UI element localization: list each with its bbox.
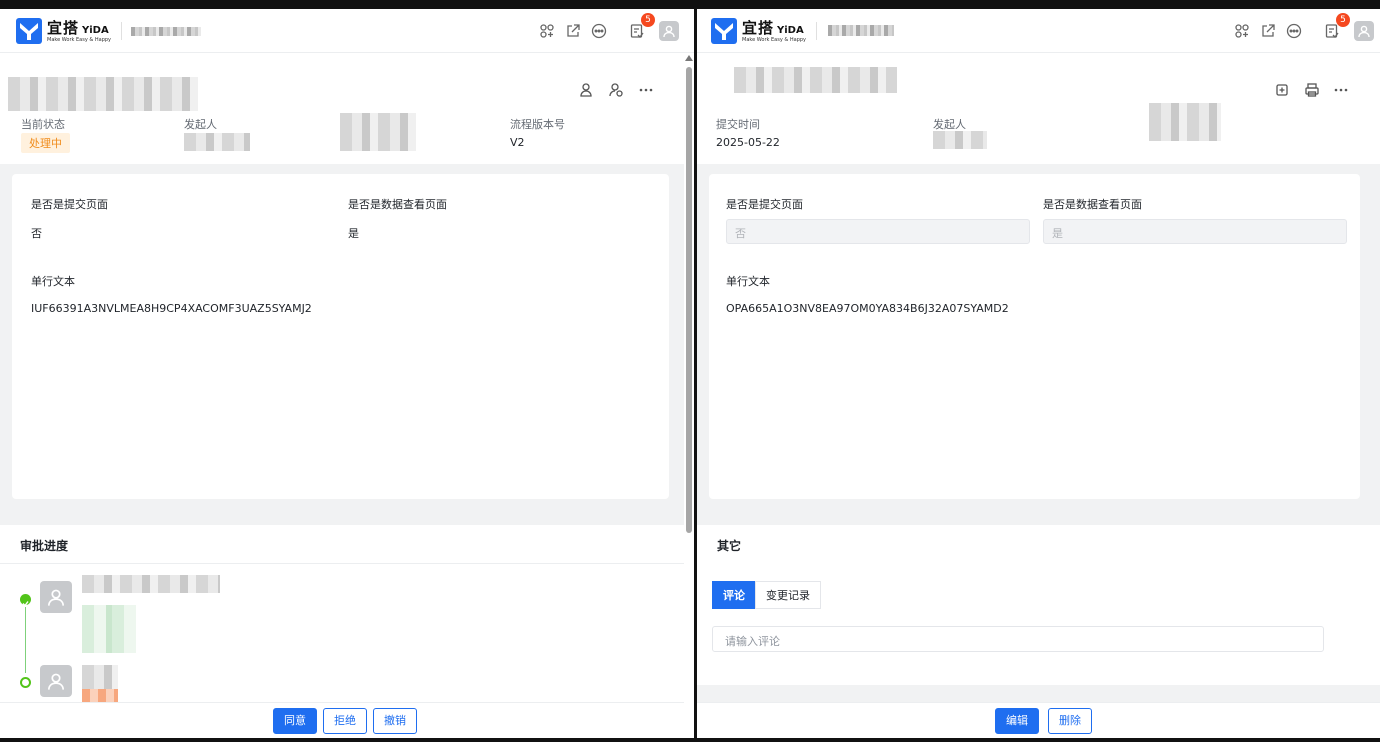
scroll-up-icon[interactable] — [685, 55, 693, 61]
brand-name[interactable]: 宜搭 YiDA — [47, 17, 109, 38]
more-actions-icon[interactable] — [1332, 81, 1350, 99]
left-pane: 宜搭 YiDA Make Work Easy & Happy 5 当前状态 处理… — [0, 9, 694, 738]
brand-en: YiDA — [82, 25, 109, 36]
single-text-value: OPA665A1O3NV8EA97OM0YA834B6J32A07SYAMD2 — [726, 302, 1009, 315]
record-title-redacted — [734, 67, 897, 93]
process-info-bar: 当前状态 处理中 发起人 流程版本号 V2 — [0, 53, 694, 164]
apps-icon[interactable] — [1233, 22, 1251, 40]
approver-avatar — [40, 665, 72, 697]
scrollbar[interactable] — [684, 53, 694, 738]
redacted-field — [1149, 103, 1221, 141]
single-text-value: IUF66391A3NVLMEA8H9CP4XACOMF3UAZ5SYAMJ2 — [31, 302, 312, 315]
screen: 宜搭 YiDA Make Work Easy & Happy 5 当前状态 处理… — [0, 0, 1380, 742]
left-action-footer: 同意 拒绝 撤销 — [0, 702, 694, 738]
brand-cn: 宜搭 — [742, 19, 775, 37]
data-view-page-label: 是否是数据查看页面 — [1043, 198, 1142, 211]
submit-time-value: 2025-05-22 — [716, 136, 780, 149]
right-pane: 宜搭 YiDA Make Work Easy & Happy 5 提交时间 20… — [697, 9, 1380, 738]
transfer-user-icon[interactable] — [578, 81, 596, 99]
timeline-connector — [25, 607, 26, 673]
brand-cn: 宜搭 — [47, 19, 80, 37]
notification-badge: 5 — [641, 13, 655, 27]
copy-add-icon[interactable] — [1273, 81, 1291, 99]
user-avatar[interactable] — [1354, 21, 1374, 41]
approver-avatar — [40, 581, 72, 613]
app-name-redacted — [828, 25, 894, 36]
open-external-icon[interactable] — [1259, 22, 1277, 40]
form-card: 是否是提交页面 否 是否是数据查看页面 是 单行文本 IUF66391A3NVL… — [12, 174, 669, 499]
record-title-redacted — [8, 77, 198, 111]
yida-logo-icon — [711, 18, 737, 44]
initiator-value-redacted — [184, 133, 250, 151]
single-text-label: 单行文本 — [31, 275, 75, 288]
submit-page-value: 否 — [31, 227, 42, 240]
more-circle-icon[interactable] — [590, 22, 608, 40]
data-view-page-value: 是 — [348, 227, 359, 240]
approval-progress-title: 审批进度 — [20, 539, 69, 553]
step-done-icon — [20, 594, 31, 607]
top-navbar: 宜搭 YiDA Make Work Easy & Happy 5 — [0, 9, 694, 53]
delete-button[interactable]: 删除 — [1048, 708, 1092, 734]
submit-time-label: 提交时间 — [716, 118, 760, 131]
initiator-value-redacted — [933, 131, 987, 149]
status-label: 当前状态 — [21, 118, 65, 131]
app-name-redacted — [131, 27, 201, 36]
redacted-field — [340, 113, 416, 151]
single-text-label: 单行文本 — [726, 275, 770, 288]
scrollbar-thumb[interactable] — [686, 67, 692, 533]
tab-comment[interactable]: 评论 — [712, 581, 756, 609]
yida-logo-icon — [16, 18, 42, 44]
step1-status-redacted — [82, 605, 136, 653]
step1-info-redacted — [82, 575, 220, 593]
brand-en: YiDA — [777, 25, 804, 36]
header-divider — [816, 22, 817, 40]
data-view-page-field: 是 — [1043, 219, 1347, 244]
reject-button[interactable]: 拒绝 — [323, 708, 367, 734]
initiator-label: 发起人 — [933, 118, 966, 131]
data-view-page-label: 是否是数据查看页面 — [348, 198, 447, 211]
brand-name[interactable]: 宜搭 YiDA — [742, 17, 804, 38]
section-divider — [0, 563, 694, 564]
right-action-footer: 编辑 删除 — [697, 702, 1380, 738]
agree-button[interactable]: 同意 — [273, 708, 317, 734]
record-info-bar: 提交时间 2025-05-22 发起人 — [697, 53, 1380, 164]
user-avatar[interactable] — [659, 21, 679, 41]
other-title: 其它 — [717, 539, 742, 553]
tab-changelog[interactable]: 变更记录 — [755, 581, 821, 609]
brand-slogan: Make Work Easy & Happy — [742, 37, 807, 43]
submit-page-field: 否 — [726, 219, 1030, 244]
print-icon[interactable] — [1303, 81, 1321, 99]
status-badge: 处理中 — [21, 133, 70, 153]
version-label: 流程版本号 — [510, 118, 565, 131]
top-navbar: 宜搭 YiDA Make Work Easy & Happy 5 — [697, 9, 1380, 53]
open-external-icon[interactable] — [564, 22, 582, 40]
submit-page-label: 是否是提交页面 — [726, 198, 803, 211]
edit-button[interactable]: 编辑 — [995, 708, 1039, 734]
version-value: V2 — [510, 136, 525, 149]
comment-input[interactable]: 请输入评论 — [712, 626, 1324, 652]
step-current-icon — [20, 677, 31, 688]
brand-slogan: Make Work Easy & Happy — [47, 37, 112, 43]
submit-page-label: 是否是提交页面 — [31, 198, 108, 211]
notification-badge: 5 — [1336, 13, 1350, 27]
apps-icon[interactable] — [538, 22, 556, 40]
header-divider — [121, 22, 122, 40]
more-circle-icon[interactable] — [1285, 22, 1303, 40]
initiator-label: 发起人 — [184, 118, 217, 131]
revoke-button[interactable]: 撤销 — [373, 708, 417, 734]
other-section: 其它 评论 变更记录 请输入评论 — [697, 525, 1380, 685]
add-signer-icon[interactable] — [607, 81, 625, 99]
more-actions-icon[interactable] — [637, 81, 655, 99]
form-card: 是否是提交页面 否 是否是数据查看页面 是 单行文本 OPA665A1O3NV8… — [709, 174, 1360, 499]
